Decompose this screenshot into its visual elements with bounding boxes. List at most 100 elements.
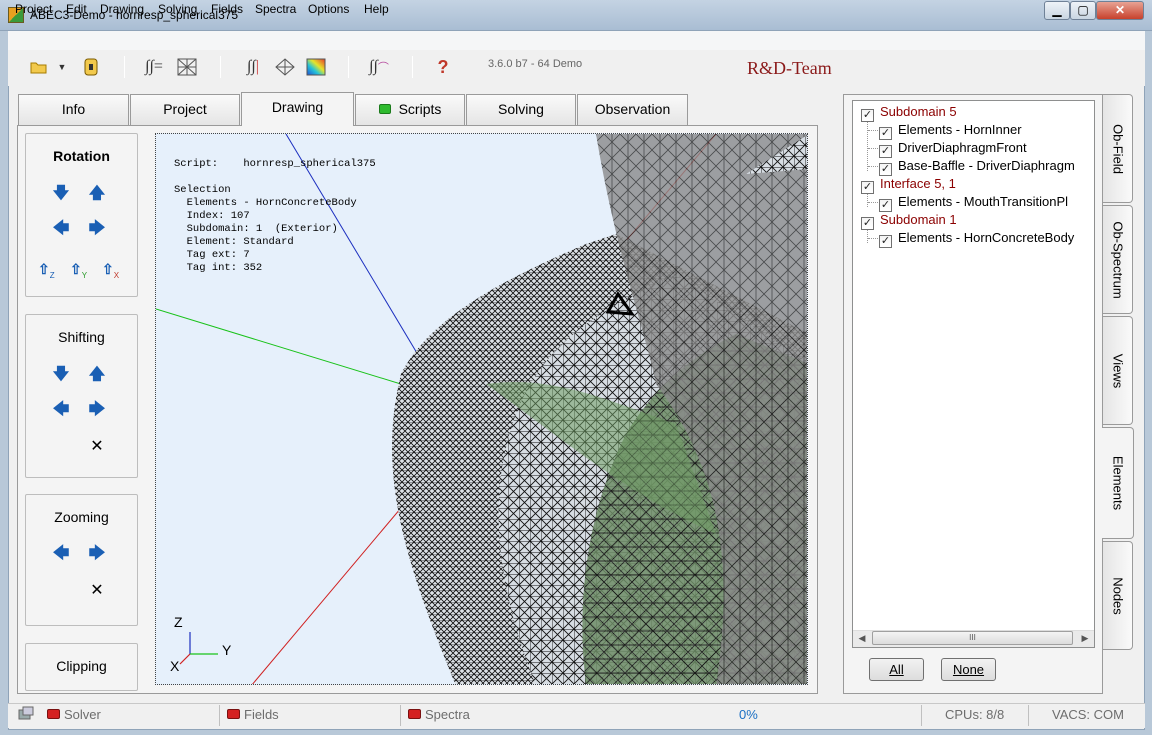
3d-viewport[interactable]: Script: hornresp_spherical375 Selection …: [155, 133, 808, 685]
tree-item-driver-diaphragm-front[interactable]: ✓ DriverDiaphragmFront: [879, 139, 1027, 158]
integral-color-icon[interactable]: ∫∫ |: [240, 54, 266, 80]
tree-item-base-baffle[interactable]: ✓ Base-Baffle - DriverDiaphragm: [879, 157, 1075, 176]
menu-project[interactable]: Project: [15, 2, 52, 16]
side-tab-nodes[interactable]: Nodes: [1103, 541, 1133, 650]
rotate-z-axis-icon[interactable]: ⇧Z: [38, 260, 58, 280]
checkbox-horn-concrete-body[interactable]: ✓: [879, 235, 892, 248]
scrollbar-thumb[interactable]: III: [872, 631, 1073, 645]
tree-item-horn-inner[interactable]: ✓ Elements - HornInner: [879, 121, 1022, 140]
triad-y-label: Y: [222, 642, 232, 658]
rotate-left-arrow-icon[interactable]: 🡄: [52, 220, 70, 238]
side-tab-elements[interactable]: Elements: [1102, 427, 1134, 539]
rotate-down-arrow-icon[interactable]: 🡇: [52, 185, 70, 203]
maximize-button[interactable]: ▢: [1070, 1, 1096, 20]
open-folder-icon[interactable]: [26, 54, 52, 80]
dropdown-arrow-icon[interactable]: ▼: [54, 54, 70, 80]
tree-item-subdomain-5[interactable]: ✓ Subdomain 5: [861, 103, 957, 122]
tab-observation[interactable]: Observation: [577, 94, 688, 125]
clipping-group: Clipping: [25, 643, 138, 691]
shift-left-arrow-icon[interactable]: 🡄: [52, 401, 70, 419]
shifting-title: Shifting: [58, 329, 105, 345]
selection-element-type: Element: Standard: [186, 236, 294, 248]
menu-solving[interactable]: Solving: [158, 2, 197, 16]
rotate-right-arrow-icon[interactable]: 🡆: [88, 220, 106, 238]
integral-mesh-icon[interactable]: ∫∫=: [141, 54, 167, 80]
selection-label: Selection: [174, 184, 231, 196]
zoom-reset-icon[interactable]: ✕: [88, 582, 106, 600]
wireframe-icon[interactable]: [272, 54, 298, 80]
script-label: Script:: [174, 158, 219, 170]
close-button[interactable]: ✕: [1096, 1, 1144, 20]
tree-item-label: Elements - HornConcreteBody: [898, 230, 1075, 245]
shift-right-arrow-icon[interactable]: 🡆: [88, 401, 106, 419]
tab-scripts[interactable]: Scripts: [355, 94, 465, 125]
minimize-button[interactable]: ▁: [1044, 1, 1070, 20]
rotate-z-axis-label: Z: [49, 270, 55, 280]
tree-item-label: Elements - HornInner: [898, 122, 1022, 137]
cpus-status: CPUs: 8/8: [945, 707, 1005, 722]
menu-drawing[interactable]: Drawing: [100, 2, 144, 16]
tree-item-interface-5-1[interactable]: ✓ Interface 5, 1: [861, 175, 956, 194]
rotation-title: Rotation: [53, 148, 110, 164]
shifting-group: Shifting 🡇 🡅 🡄 🡆 ✕: [25, 314, 138, 478]
selection-subdomain: Subdomain: 1 (Exterior): [186, 223, 338, 235]
save-project-icon[interactable]: [78, 54, 104, 80]
tree-item-mouth-transition[interactable]: ✓ Elements - MouthTransitionPl: [879, 193, 1069, 212]
toolbar-separator: [220, 56, 221, 78]
side-tab-label: Ob-Field: [1110, 123, 1125, 174]
side-tab-label: Views: [1110, 353, 1125, 388]
tab-solving[interactable]: Solving: [466, 94, 576, 125]
side-tab-label: Elements: [1110, 455, 1125, 511]
side-tab-ob-field[interactable]: Ob-Field: [1103, 94, 1133, 203]
checkbox-interface-5-1[interactable]: ✓: [861, 181, 874, 194]
tree-item-label: Subdomain 1: [880, 212, 957, 227]
brand-label: R&D-Team: [747, 58, 832, 78]
tree-item-label: Subdomain 5: [880, 104, 957, 119]
menu-edit[interactable]: Edit: [66, 2, 87, 16]
rotate-y-axis-icon[interactable]: ⇧Y: [70, 260, 90, 280]
selection-info: Script: hornresp_spherical375 Selection …: [174, 158, 376, 275]
rotate-up-arrow-icon[interactable]: 🡅: [88, 185, 106, 203]
tree-item-horn-concrete-body[interactable]: ✓ Elements - HornConcreteBody: [879, 229, 1075, 248]
scroll-left-icon[interactable]: ◀: [853, 630, 871, 647]
menu-help[interactable]: Help: [364, 2, 389, 16]
checkbox-subdomain-5[interactable]: ✓: [861, 109, 874, 122]
solver-status: Solver: [64, 707, 101, 722]
select-all-button[interactable]: All: [869, 658, 924, 681]
tab-project[interactable]: Project: [130, 94, 240, 125]
zoom-out-arrow-icon[interactable]: 🡄: [52, 545, 70, 563]
menu-options[interactable]: Options: [308, 2, 349, 16]
shift-up-arrow-icon[interactable]: 🡅: [88, 366, 106, 384]
tree-item-label: Elements - MouthTransitionPl: [898, 194, 1069, 209]
menu-spectra[interactable]: Spectra: [255, 2, 296, 16]
side-tab-views[interactable]: Views: [1103, 316, 1133, 425]
checkbox-subdomain-1[interactable]: ✓: [861, 217, 874, 230]
mesh-grid-icon[interactable]: [174, 54, 200, 80]
tree-item-subdomain-1[interactable]: ✓ Subdomain 1: [861, 211, 957, 230]
tree-item-label: DriverDiaphragmFront: [898, 140, 1027, 155]
select-all-label: All: [889, 662, 904, 677]
triad-x-label: X: [170, 658, 180, 674]
scroll-right-icon[interactable]: ▶: [1076, 630, 1094, 647]
color-field-icon[interactable]: [303, 54, 329, 80]
menu-fields[interactable]: Fields: [211, 2, 243, 16]
clipping-title[interactable]: Clipping: [26, 658, 137, 674]
side-tab-ob-spectrum[interactable]: Ob-Spectrum: [1103, 205, 1133, 314]
help-question-icon[interactable]: ?: [430, 54, 456, 80]
elements-tree[interactable]: ✓ Subdomain 5 ✓ Elements - HornInner ✓ Driv…: [852, 100, 1095, 648]
select-none-button[interactable]: None: [941, 658, 996, 681]
script-status-indicator: [378, 104, 391, 114]
zooming-group: Zooming 🡄 🡆 ✕: [25, 494, 138, 626]
side-tab-label: Nodes: [1110, 576, 1125, 615]
shift-reset-icon[interactable]: ✕: [88, 438, 106, 456]
tab-drawing[interactable]: Drawing: [241, 92, 354, 126]
rotate-x-axis-icon[interactable]: ⇧X: [102, 260, 122, 280]
status-bar-icon: [18, 706, 34, 720]
tab-info[interactable]: Info: [18, 94, 129, 125]
shift-down-arrow-icon[interactable]: 🡇: [52, 366, 70, 384]
version-label: 3.6.0 b7 - 64 Demo: [488, 58, 583, 70]
fields-status: Fields: [244, 707, 279, 722]
spectrum-integral-icon[interactable]: ∫∫ ⌒: [366, 54, 392, 80]
zoom-in-arrow-icon[interactable]: 🡆: [88, 545, 106, 563]
script-name: hornresp_spherical375: [243, 158, 376, 170]
